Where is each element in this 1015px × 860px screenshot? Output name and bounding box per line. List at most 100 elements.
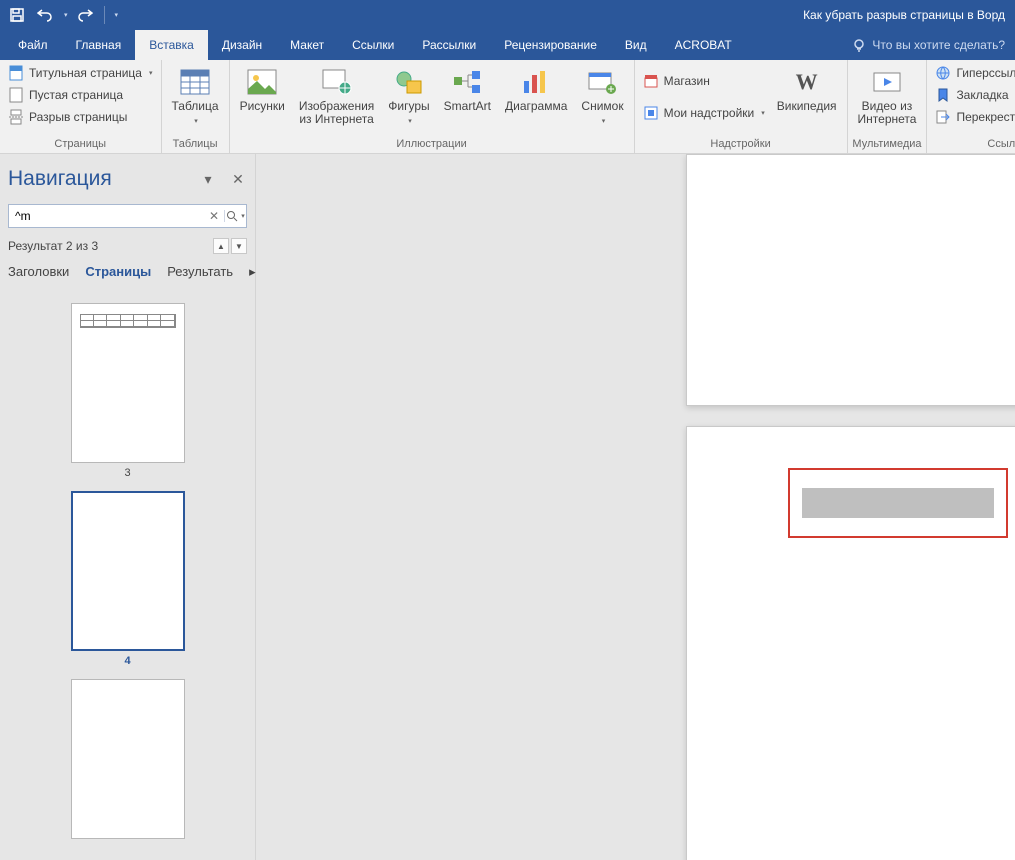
tab-references[interactable]: Ссылки xyxy=(338,30,408,60)
navigation-pane: Навигация ▾ ✕ ✕ ▾ Результат 2 из 3 ▲ ▼ З… xyxy=(0,154,256,860)
page-thumbnail[interactable] xyxy=(71,491,185,651)
group-links: Гиперссылка Закладка Перекрестная ссылка… xyxy=(927,60,1015,153)
group-tables-label: Таблицы xyxy=(166,136,225,153)
pictures-icon xyxy=(246,66,278,98)
document-area[interactable] xyxy=(256,154,1015,860)
thumbnail-label: 4 xyxy=(124,655,130,667)
pane-options-icon[interactable]: ▾ xyxy=(199,170,217,188)
table-button[interactable]: Таблица▾ xyxy=(166,62,225,128)
document-page[interactable] xyxy=(686,154,1015,406)
blank-page-button[interactable]: Пустая страница xyxy=(4,84,157,106)
tab-file[interactable]: Файл xyxy=(4,30,62,60)
tab-design[interactable]: Дизайн xyxy=(208,30,276,60)
bookmark-icon xyxy=(935,87,951,103)
smartart-label: SmartArt xyxy=(444,100,491,113)
tab-insert[interactable]: Вставка xyxy=(135,30,208,60)
nav-tabs: Заголовки Страницы Результать ▸ xyxy=(8,264,247,283)
close-icon[interactable]: ✕ xyxy=(229,170,247,188)
tab-view[interactable]: Вид xyxy=(611,30,661,60)
page-break-button[interactable]: Разрыв страницы xyxy=(4,106,157,128)
tab-headings[interactable]: Заголовки xyxy=(8,264,69,283)
undo-dropdown-icon[interactable]: ▾ xyxy=(64,11,68,19)
clear-search-icon[interactable]: ✕ xyxy=(204,209,224,223)
tell-me-label: Что вы хотите сделать? xyxy=(872,38,1005,52)
hyperlink-button[interactable]: Гиперссылка xyxy=(931,62,1015,84)
cover-page-button[interactable]: Титульная страница▾ xyxy=(4,62,157,84)
result-count: Результат 2 из 3 xyxy=(8,239,211,253)
table-icon xyxy=(179,66,211,98)
table-label: Таблица xyxy=(172,99,219,113)
blank-page-icon xyxy=(8,87,24,103)
online-video-label1: Видео из xyxy=(862,99,913,113)
online-video-icon xyxy=(871,66,903,98)
store-label: Магазин xyxy=(664,74,710,88)
group-addins-label: Надстройки xyxy=(639,136,843,153)
online-pictures-label1: Изображения xyxy=(299,99,374,113)
wikipedia-label: Википедия xyxy=(777,100,837,113)
navigation-title: Навигация xyxy=(8,167,187,191)
group-illustrations: Рисунки Изображенияиз Интернета Фигуры▾ … xyxy=(230,60,635,153)
screenshot-button[interactable]: Снимок▾ xyxy=(575,62,629,128)
group-media: Видео изИнтернета Мультимедиа xyxy=(848,60,928,153)
tab-pages[interactable]: Страницы xyxy=(85,264,151,283)
crossref-label: Перекрестная ссылка xyxy=(956,110,1015,124)
qat-customize-icon[interactable]: ▾ xyxy=(115,11,119,19)
shapes-label: Фигуры xyxy=(388,99,429,113)
tabs-overflow-icon[interactable]: ▸ xyxy=(249,264,256,283)
selected-region xyxy=(802,488,994,518)
pictures-button[interactable]: Рисунки xyxy=(234,62,291,113)
online-video-label2: Интернета xyxy=(858,112,917,126)
page-thumbnail[interactable] xyxy=(71,679,185,839)
chart-button[interactable]: Диаграмма xyxy=(499,62,573,113)
thumbnail-label: 3 xyxy=(124,467,130,479)
shapes-icon xyxy=(393,66,425,98)
tab-acrobat[interactable]: ACROBAT xyxy=(661,30,746,60)
smartart-icon xyxy=(451,66,483,98)
ribbon-tabs: Файл Главная Вставка Дизайн Макет Ссылки… xyxy=(0,30,1015,60)
cover-page-icon xyxy=(8,65,24,81)
next-result-button[interactable]: ▼ xyxy=(231,238,247,254)
online-video-button[interactable]: Видео изИнтернета xyxy=(852,62,923,126)
blank-page-label: Пустая страница xyxy=(29,88,123,102)
tab-review[interactable]: Рецензирование xyxy=(490,30,611,60)
group-pages-label: Страницы xyxy=(4,136,157,153)
workspace: Навигация ▾ ✕ ✕ ▾ Результат 2 из 3 ▲ ▼ З… xyxy=(0,154,1015,860)
hyperlink-label: Гиперссылка xyxy=(956,66,1015,80)
online-pictures-button[interactable]: Изображенияиз Интернета xyxy=(293,62,380,126)
undo-icon[interactable] xyxy=(34,4,56,26)
search-box[interactable]: ✕ ▾ xyxy=(8,204,247,228)
bookmark-button[interactable]: Закладка xyxy=(931,84,1015,106)
redo-icon[interactable] xyxy=(74,4,96,26)
ribbon: Титульная страница▾ Пустая страница Разр… xyxy=(0,60,1015,154)
page-break-label: Разрыв страницы xyxy=(29,110,127,124)
crossref-button[interactable]: Перекрестная ссылка xyxy=(931,106,1015,128)
group-illustrations-label: Иллюстрации xyxy=(234,136,630,153)
page-break-icon xyxy=(8,109,24,125)
window-title: Как убрать разрыв страницы в Ворд xyxy=(124,8,1009,22)
search-dropdown-icon[interactable]: ▾ xyxy=(224,210,246,222)
screenshot-label: Снимок xyxy=(581,99,623,113)
group-tables: Таблица▾ Таблицы xyxy=(162,60,230,153)
my-addins-icon xyxy=(643,105,659,121)
store-button[interactable]: Магазин xyxy=(639,70,769,92)
prev-result-button[interactable]: ▲ xyxy=(213,238,229,254)
pictures-label: Рисунки xyxy=(240,100,285,113)
group-pages: Титульная страница▾ Пустая страница Разр… xyxy=(0,60,162,153)
wikipedia-button[interactable]: W Википедия xyxy=(771,62,843,113)
smartart-button[interactable]: SmartArt xyxy=(438,62,497,113)
thumbnail-list: 34 xyxy=(8,283,247,860)
page-thumbnail[interactable] xyxy=(71,303,185,463)
tab-results[interactable]: Результать xyxy=(167,264,233,283)
store-icon xyxy=(643,73,659,89)
tab-home[interactable]: Главная xyxy=(62,30,136,60)
tab-mailings[interactable]: Рассылки xyxy=(408,30,490,60)
search-input[interactable] xyxy=(9,209,204,223)
my-addins-button[interactable]: Мои надстройки▾ xyxy=(639,102,769,124)
save-icon[interactable] xyxy=(6,4,28,26)
online-pictures-label2: из Интернета xyxy=(299,112,373,126)
cover-page-label: Титульная страница xyxy=(29,66,142,80)
chart-icon xyxy=(520,66,552,98)
tell-me-search[interactable]: Что вы хотите сделать? xyxy=(842,30,1015,60)
shapes-button[interactable]: Фигуры▾ xyxy=(382,62,435,128)
tab-layout[interactable]: Макет xyxy=(276,30,338,60)
